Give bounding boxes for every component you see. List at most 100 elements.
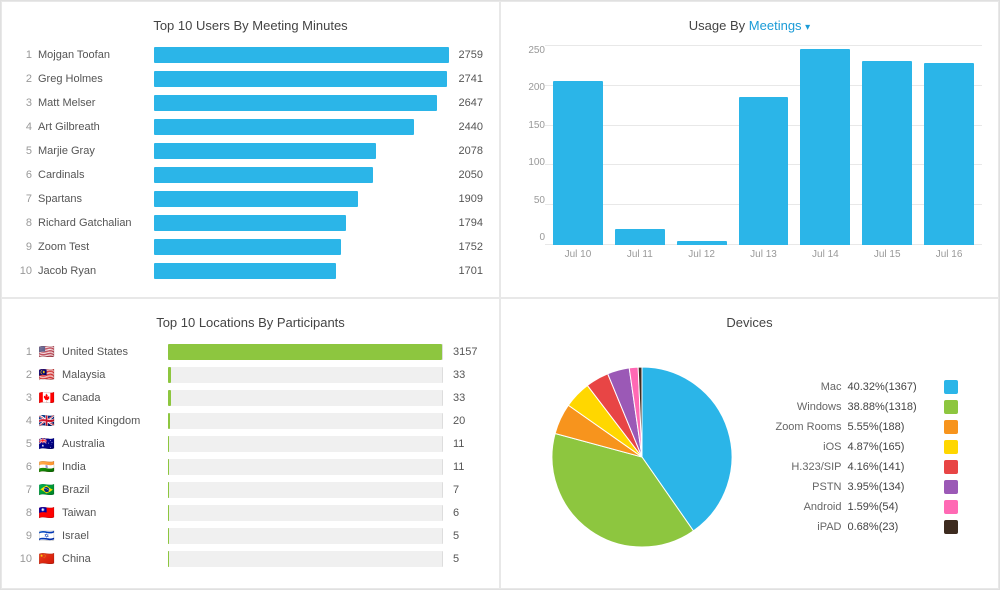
loc-row: 4 🇬🇧 United Kingdom 20	[18, 411, 483, 431]
loc-rank: 8	[18, 507, 32, 519]
bar-fill	[154, 239, 341, 255]
locations-bar-chart: 1 🇺🇸 United States 3157 2 🇲🇾 Malaysia 33…	[18, 342, 483, 572]
loc-rank: 10	[18, 553, 32, 565]
loc-row: 2 🇲🇾 Malaysia 33	[18, 365, 483, 385]
col-bar	[677, 241, 727, 245]
x-label: Jul 11	[615, 249, 665, 260]
loc-label: United Kingdom	[62, 415, 162, 427]
loc-bar-track	[168, 505, 443, 521]
loc-bar-fill	[168, 482, 169, 498]
bar-track	[154, 167, 449, 183]
loc-bar-fill	[168, 413, 170, 429]
x-label: Jul 13	[739, 249, 789, 260]
legend-value: 5.55%(188)	[848, 421, 938, 433]
loc-bar-track	[168, 344, 443, 360]
legend-dot	[944, 520, 958, 534]
bar-value: 2759	[459, 49, 483, 61]
devices-legend: Mac 40.32%(1367) Windows 38.88%(1318) Zo…	[762, 380, 958, 534]
bar-fill	[154, 95, 437, 111]
bar-rank: 1	[18, 49, 32, 61]
loc-bar-track	[168, 459, 443, 475]
bar-rank: 4	[18, 121, 32, 133]
y-label: 200	[517, 82, 545, 93]
bar-row: 6 Cardinals 2050	[18, 165, 483, 185]
col-group	[924, 63, 974, 245]
y-label: 250	[517, 45, 545, 56]
bar-row: 10 Jacob Ryan 1701	[18, 261, 483, 281]
bar-rank: 8	[18, 217, 32, 229]
bar-track	[154, 119, 449, 135]
bar-track	[154, 47, 449, 63]
legend-item: iOS 4.87%(165)	[762, 440, 958, 454]
loc-row: 1 🇺🇸 United States 3157	[18, 342, 483, 362]
loc-rank: 5	[18, 438, 32, 450]
loc-value: 5	[453, 553, 483, 565]
legend-dot	[944, 440, 958, 454]
top-users-panel: Top 10 Users By Meeting Minutes 1 Mojgan…	[1, 1, 500, 298]
col-bar	[800, 49, 850, 245]
legend-dot	[944, 380, 958, 394]
loc-value: 5	[453, 530, 483, 542]
top-users-title: Top 10 Users By Meeting Minutes	[18, 18, 483, 33]
loc-label: India	[62, 461, 162, 473]
legend-value: 3.95%(134)	[848, 481, 938, 493]
bar-row: 5 Marjie Gray 2078	[18, 141, 483, 161]
flag-icon: 🇹🇼	[38, 505, 56, 521]
x-label: Jul 16	[924, 249, 974, 260]
bar-row: 9 Zoom Test 1752	[18, 237, 483, 257]
usage-title-link[interactable]: Meetings	[749, 18, 802, 33]
y-label: 50	[517, 195, 545, 206]
legend-item: Windows 38.88%(1318)	[762, 400, 958, 414]
col-group	[800, 49, 850, 245]
bar-track	[154, 71, 449, 87]
y-label: 150	[517, 120, 545, 131]
bar-label: Marjie Gray	[38, 145, 148, 157]
legend-value: 0.68%(23)	[848, 521, 938, 533]
bar-fill	[154, 167, 373, 183]
x-label: Jul 14	[800, 249, 850, 260]
legend-item: Zoom Rooms 5.55%(188)	[762, 420, 958, 434]
loc-value: 11	[453, 461, 483, 473]
loc-value: 7	[453, 484, 483, 496]
bar-row: 3 Matt Melser 2647	[18, 93, 483, 113]
col-bar	[924, 63, 974, 245]
loc-value: 33	[453, 392, 483, 404]
devices-content: Mac 40.32%(1367) Windows 38.88%(1318) Zo…	[517, 342, 982, 572]
bar-fill	[154, 191, 358, 207]
loc-row: 3 🇨🇦 Canada 33	[18, 388, 483, 408]
bar-track	[154, 215, 449, 231]
bar-track	[154, 191, 449, 207]
legend-label: Mac	[762, 381, 842, 393]
loc-value: 11	[453, 438, 483, 450]
legend-dot	[944, 420, 958, 434]
legend-value: 4.16%(141)	[848, 461, 938, 473]
legend-item: Mac 40.32%(1367)	[762, 380, 958, 394]
bar-label: Matt Melser	[38, 97, 148, 109]
loc-value: 6	[453, 507, 483, 519]
locations-panel: Top 10 Locations By Participants 1 🇺🇸 Un…	[1, 298, 500, 589]
usage-columns	[545, 45, 982, 245]
bar-rank: 5	[18, 145, 32, 157]
devices-title: Devices	[517, 315, 982, 330]
legend-item: H.323/SIP 4.16%(141)	[762, 460, 958, 474]
usage-y-labels: 050100150200250	[517, 45, 545, 265]
bar-rank: 6	[18, 169, 32, 181]
bar-label: Spartans	[38, 193, 148, 205]
legend-dot	[944, 460, 958, 474]
legend-item: PSTN 3.95%(134)	[762, 480, 958, 494]
bar-rank: 10	[18, 265, 32, 277]
loc-row: 9 🇮🇱 Israel 5	[18, 526, 483, 546]
loc-bar-track	[168, 436, 443, 452]
bar-value: 1794	[459, 217, 483, 229]
loc-label: China	[62, 553, 162, 565]
bar-value: 1701	[459, 265, 483, 277]
bar-label: Zoom Test	[38, 241, 148, 253]
bar-track	[154, 143, 449, 159]
bar-rank: 7	[18, 193, 32, 205]
loc-bar-fill	[168, 459, 169, 475]
usage-title-arrow[interactable]: ▾	[805, 22, 810, 33]
legend-label: Zoom Rooms	[762, 421, 842, 433]
loc-label: Brazil	[62, 484, 162, 496]
bar-fill	[154, 47, 449, 63]
loc-bar-track	[168, 413, 443, 429]
